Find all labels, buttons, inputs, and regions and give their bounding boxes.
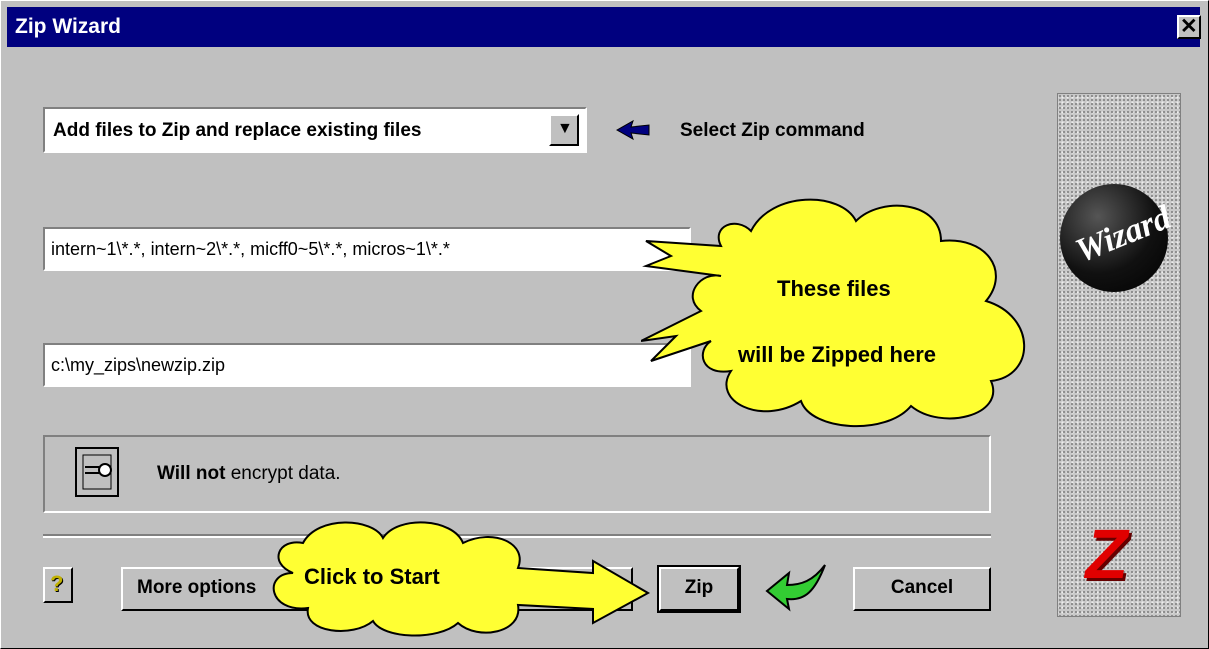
wizard-side-image: Wizard Z (1057, 93, 1181, 617)
zip-path-value: c:\my_zips\newzip.zip (51, 355, 226, 375)
zip-wizard-window: Zip Wizard ✕ Add files to Zip and replac… (0, 0, 1209, 649)
encryption-icon[interactable] (75, 447, 119, 497)
zip-path-input[interactable]: c:\my_zips\newzip.zip (43, 343, 691, 387)
key-icon (82, 454, 112, 490)
callout-these-files: These files (777, 276, 891, 301)
window-title: Zip Wizard (15, 15, 121, 38)
close-icon: ✕ (1180, 15, 1198, 38)
select-command-hint: Select Zip command (680, 120, 865, 141)
green-arrow-icon (765, 564, 826, 612)
encryption-emphasis: Will not (157, 463, 226, 484)
zip-command-value: Add files to Zip and replace existing fi… (53, 120, 422, 141)
files-input-value: intern~1\*.*, intern~2\*.*, micff0~5\*.*… (51, 239, 450, 259)
help-button[interactable]: ? (43, 567, 73, 603)
zip-command-select[interactable]: Add files to Zip and replace existing fi… (43, 107, 587, 153)
chevron-down-icon: ▼ (557, 120, 573, 137)
files-input[interactable]: intern~1\*.*, intern~2\*.*, micff0~5\*.*… (43, 227, 691, 271)
encryption-panel: Will not encrypt data. (43, 435, 991, 513)
callout-click-to-start: Click to Start (304, 564, 440, 589)
zip-button[interactable]: Zip (657, 565, 741, 613)
cancel-button[interactable]: Cancel (853, 567, 991, 611)
encryption-rest: encrypt data. (225, 463, 341, 484)
close-button[interactable]: ✕ (1177, 15, 1201, 39)
help-icon: ? (50, 571, 64, 596)
title-bar[interactable]: Zip Wizard ✕ (7, 7, 1201, 47)
dropdown-button[interactable]: ▼ (549, 114, 579, 146)
z-logo: Z (1079, 515, 1136, 593)
callout-zipped-here: will be Zipped here (738, 342, 937, 367)
encryption-status: Will not encrypt data. (157, 463, 341, 485)
wizard-ball-text: Wizard (1070, 198, 1177, 271)
wizard-ball-logo: Wizard (1060, 184, 1176, 292)
pointer-arrow-icon (615, 119, 650, 141)
files-callout-cloud (641, 198, 1026, 428)
